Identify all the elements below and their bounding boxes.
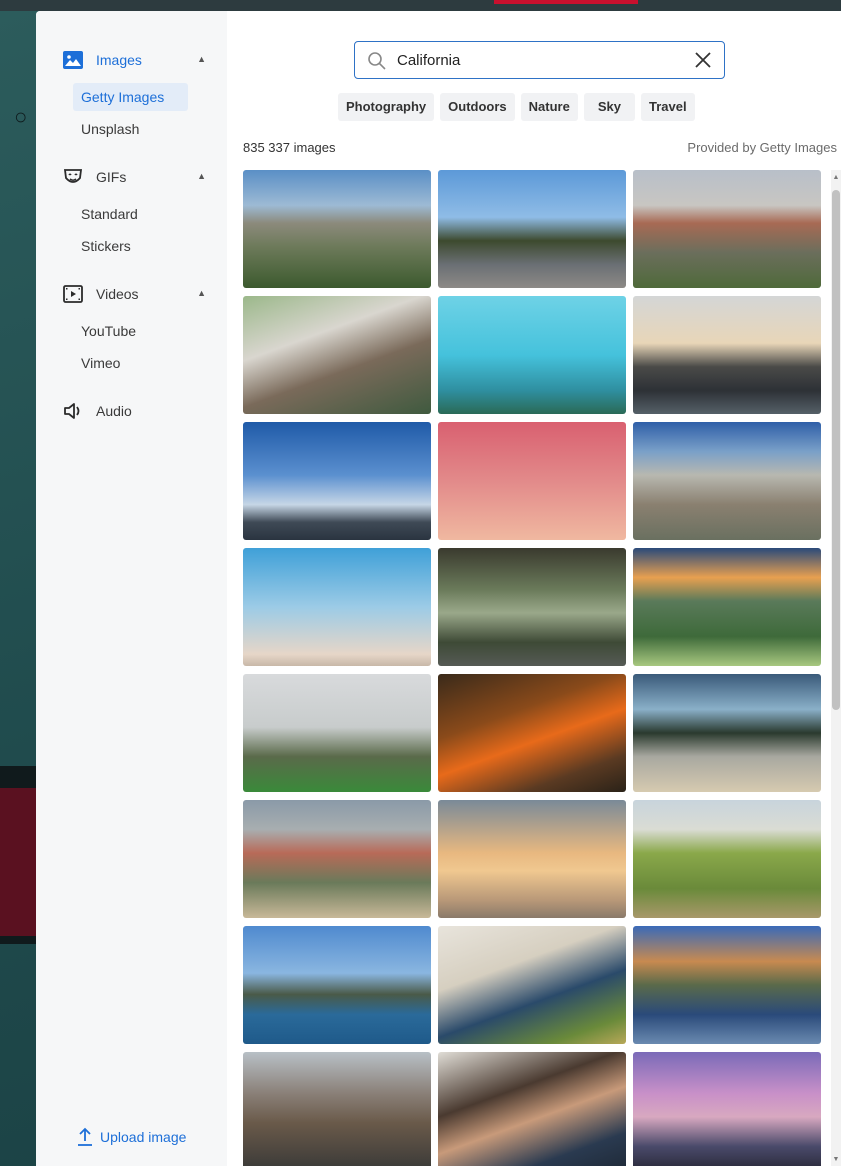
nav-videos[interactable]: Videos ▲ [62, 282, 212, 306]
image-thumbnail[interactable] [243, 800, 431, 918]
chip-travel[interactable]: Travel [641, 93, 695, 121]
film-icon [62, 283, 84, 305]
image-thumbnail[interactable] [438, 296, 626, 414]
image-thumbnail[interactable] [438, 170, 626, 288]
speaker-icon [62, 400, 84, 422]
image-thumbnail[interactable] [438, 422, 626, 540]
image-thumbnail[interactable] [633, 1052, 821, 1166]
image-thumbnail[interactable] [243, 422, 431, 540]
sidebar: Images ▲ Getty Images Unsplash GIFs ▲ St… [36, 11, 227, 1166]
upload-icon [76, 1127, 94, 1147]
chevron-up-icon[interactable]: ▲ [197, 54, 206, 64]
image-thumbnail[interactable] [243, 296, 431, 414]
image-thumbnail[interactable] [633, 296, 821, 414]
nav-stickers[interactable]: Stickers [73, 232, 188, 260]
chevron-up-icon[interactable]: ▲ [197, 288, 206, 298]
nav-vimeo[interactable]: Vimeo [73, 349, 188, 377]
image-icon [62, 49, 84, 71]
image-thumbnail[interactable] [438, 548, 626, 666]
image-thumbnail[interactable] [438, 1052, 626, 1166]
image-thumbnail[interactable] [243, 548, 431, 666]
chip-outdoors[interactable]: Outdoors [440, 93, 515, 121]
nav-images[interactable]: Images ▲ [62, 48, 212, 72]
search-input[interactable] [397, 48, 677, 72]
nav-standard[interactable]: Standard [73, 200, 188, 228]
image-thumbnail[interactable] [438, 926, 626, 1044]
media-picker-modal: Images ▲ Getty Images Unsplash GIFs ▲ St… [36, 11, 841, 1166]
image-thumbnail[interactable] [633, 800, 821, 918]
nav-unsplash[interactable]: Unsplash [73, 115, 188, 143]
scrollbar[interactable]: ▲ ▼ [831, 170, 841, 1166]
provider-credit: Provided by Getty Images [687, 140, 837, 155]
image-grid [243, 170, 823, 1166]
background-accent-tab [494, 0, 638, 4]
image-thumbnail[interactable] [243, 674, 431, 792]
result-count: 835 337 images [243, 140, 336, 155]
scroll-up-icon[interactable]: ▲ [832, 174, 840, 182]
gif-mask-icon [62, 166, 84, 188]
background-glyph: ○ [14, 104, 28, 129]
image-thumbnail[interactable] [633, 674, 821, 792]
image-thumbnail[interactable] [243, 170, 431, 288]
background-app-bar [0, 0, 841, 11]
scrollbar-thumb[interactable] [832, 190, 840, 710]
chevron-up-icon[interactable]: ▲ [197, 171, 206, 181]
image-thumbnail[interactable] [438, 800, 626, 918]
image-thumbnail[interactable] [243, 1052, 431, 1166]
scroll-down-icon[interactable]: ▼ [832, 1156, 840, 1164]
image-thumbnail[interactable] [633, 548, 821, 666]
chip-nature[interactable]: Nature [520, 93, 578, 121]
search-box [354, 41, 725, 79]
nav-audio[interactable]: Audio [62, 399, 212, 423]
nav-gifs[interactable]: GIFs ▲ [62, 165, 212, 189]
image-thumbnail[interactable] [633, 926, 821, 1044]
nav-getty-images[interactable]: Getty Images [73, 83, 188, 111]
search-icon [367, 51, 387, 71]
image-thumbnail[interactable] [633, 170, 821, 288]
image-thumbnail[interactable] [633, 422, 821, 540]
background-stripe [0, 766, 36, 788]
image-thumbnail[interactable] [438, 674, 626, 792]
suggestion-chips: Photography Outdoors Nature Sky Travel [338, 93, 701, 121]
image-thumbnail[interactable] [243, 926, 431, 1044]
background-stripe [0, 936, 36, 944]
background-stripe [0, 788, 36, 936]
nav-youtube[interactable]: YouTube [73, 317, 188, 345]
chip-photography[interactable]: Photography [338, 93, 435, 121]
upload-image-button[interactable]: Upload image [76, 1127, 186, 1147]
clear-search-icon[interactable] [694, 51, 712, 69]
chip-sky[interactable]: Sky [583, 93, 635, 121]
